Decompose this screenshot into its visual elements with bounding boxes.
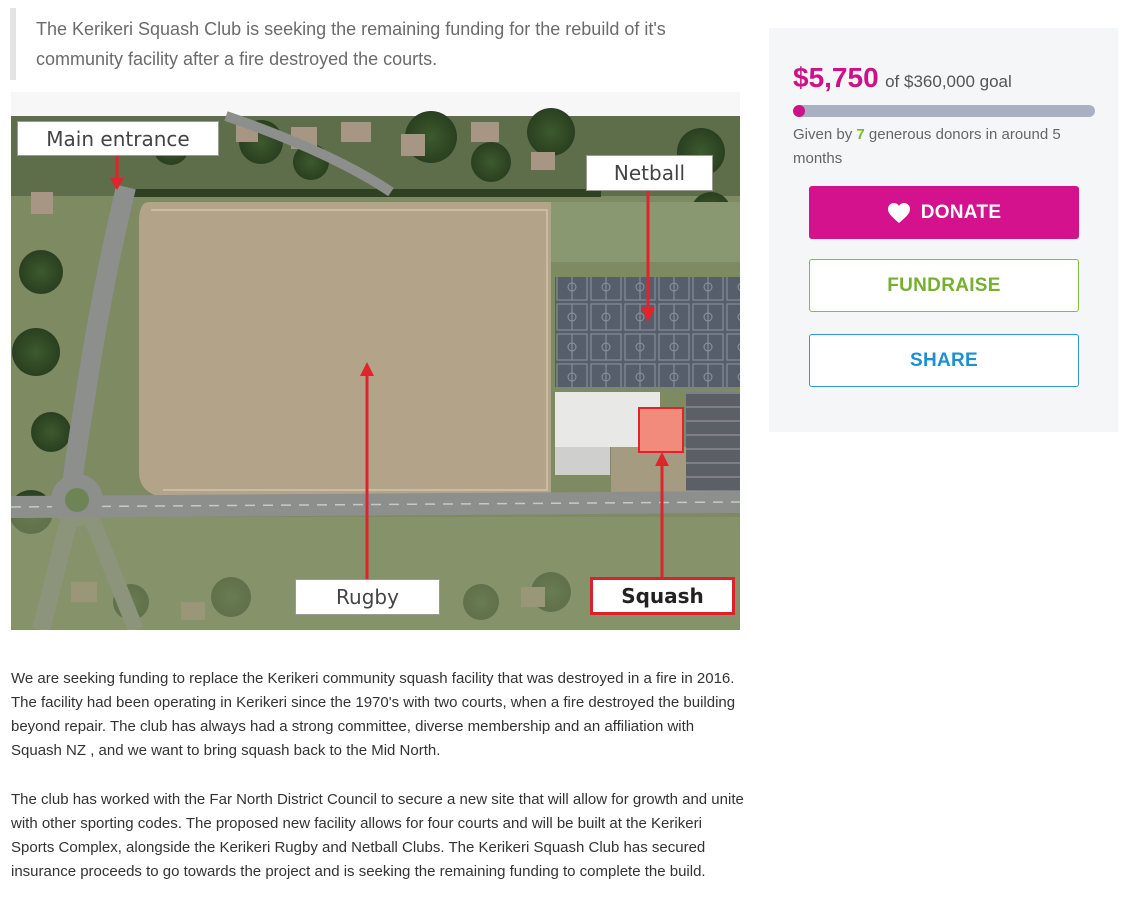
funding-progress-fill [793,105,806,117]
donors-summary: Given by 7 generous donors in around 5 m… [793,123,1098,171]
intro-quote: The Kerikeri Squash Club is seeking the … [10,8,730,80]
amount-raised: $5,750 [793,62,879,93]
intro-text: The Kerikeri Squash Club is seeking the … [36,19,666,69]
donate-label: DONATE [920,201,1002,223]
share-button[interactable]: SHARE [809,334,1079,387]
label-netball: Netball [586,155,713,191]
squash-site-marker [638,407,684,453]
description-paragraph-2: The club has worked with the Far North D… [11,791,744,880]
fundraise-label: FUNDRAISE [887,274,1001,296]
donation-panel: $5,750 of $360,000 goal Given by 7 gener… [769,28,1118,432]
funding-goal: of $360,000 goal [885,72,1012,91]
donors-prefix: Given by [793,126,857,143]
fundraise-button[interactable]: FUNDRAISE [809,259,1079,312]
donate-button[interactable]: DONATE [809,186,1079,239]
donors-count: 7 [856,126,865,143]
label-squash: Squash [590,577,735,615]
heart-icon [887,202,910,223]
aerial-site-map: Main entrance Netball Rugby Squash [11,92,740,630]
funding-progress-bar [793,105,1095,117]
description-paragraph-1: We are seeking funding to replace the Ke… [11,670,736,759]
label-rugby: Rugby [295,579,440,615]
funding-summary: $5,750 of $360,000 goal [793,62,1012,94]
share-label: SHARE [909,349,978,371]
label-main-entrance: Main entrance [17,121,219,156]
